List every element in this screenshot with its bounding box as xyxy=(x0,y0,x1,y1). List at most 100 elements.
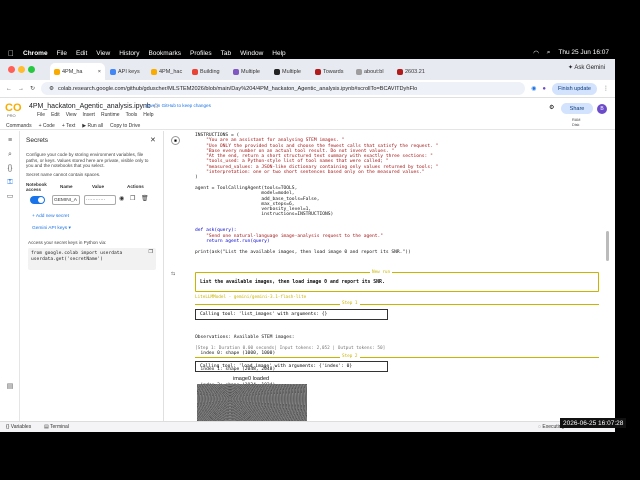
colab-menu-tools[interactable]: Tools xyxy=(126,112,138,118)
copy-to-drive-button[interactable]: Copy to Drive xyxy=(110,123,140,129)
runtime-indicator[interactable]: RAM Disk xyxy=(572,118,580,127)
menu-help[interactable]: Help xyxy=(272,50,285,57)
key-icon[interactable]: ⚿ xyxy=(6,179,14,187)
variables-button[interactable]: {} Variables xyxy=(6,424,31,430)
browser-tab[interactable]: Towards xyxy=(311,63,351,80)
delete-icon[interactable]: 🗑 xyxy=(141,195,149,202)
copy-icon[interactable]: ❐ xyxy=(130,195,135,202)
tab-favicon-icon xyxy=(151,68,157,75)
browser-tab[interactable]: 2603.21 xyxy=(393,63,433,80)
apple-icon[interactable]:  xyxy=(8,49,14,58)
close-tab-icon[interactable]: × xyxy=(98,69,101,75)
gemini-keys-dropdown[interactable]: Gemini API keys ▾ xyxy=(32,226,71,231)
add-code-button[interactable]: + Code xyxy=(39,123,55,129)
variables-label: Variables xyxy=(10,424,32,430)
url-field[interactable]: ⚙ colab.research.google.com/github/gdusc… xyxy=(41,82,526,95)
access-toggle[interactable] xyxy=(30,196,45,204)
more-icon[interactable]: ⋮ xyxy=(603,85,609,92)
tab-strip: 4PM_ha × API keys 4PM_hac Building Multiple Mu… xyxy=(0,59,615,80)
toc-icon[interactable]: ≡ xyxy=(6,137,14,145)
visibility-icon[interactable]: ◉ xyxy=(119,195,124,202)
browser-tab[interactable]: Multiple xyxy=(270,63,310,80)
browser-tab[interactable]: Building xyxy=(188,63,228,80)
tab-favicon-icon xyxy=(356,68,362,75)
menu-profiles[interactable]: Profiles xyxy=(190,50,212,57)
finish-update-button[interactable]: Finish update xyxy=(551,82,597,95)
menu-history[interactable]: History xyxy=(119,50,139,57)
colab-menu-file[interactable]: File xyxy=(37,112,45,118)
find-icon[interactable]: ⌕ xyxy=(6,151,14,159)
code-cell[interactable]: INSTRUCTIONS = ( "You are an assistant f… xyxy=(195,133,610,255)
folder-icon[interactable]: ▭ xyxy=(6,193,14,201)
colab-menu-runtime[interactable]: Runtime xyxy=(101,112,120,118)
wifi-icon[interactable]: ◠ xyxy=(533,49,539,57)
tab-label: Multiple xyxy=(282,68,301,75)
browser-tab[interactable]: about:bl xyxy=(352,63,392,80)
copy-snippet-icon[interactable]: ❐ xyxy=(149,249,153,255)
tab-favicon-icon xyxy=(54,68,60,75)
colab-menu-view[interactable]: View xyxy=(66,112,77,118)
forward-icon[interactable]: → xyxy=(18,86,24,92)
secrets-panel: Secrets ✕ Configure your code by storing… xyxy=(20,131,164,421)
close-panel-icon[interactable]: ✕ xyxy=(150,136,156,144)
colab-toolbar: Commands + Code + Text ▶ Run all Copy to… xyxy=(0,121,615,130)
menu-chrome[interactable]: Chrome xyxy=(23,50,48,57)
menu-bookmarks[interactable]: Bookmarks xyxy=(148,50,181,57)
search-icon[interactable]: ⌕ xyxy=(547,49,551,57)
variables-icon[interactable]: {} xyxy=(6,165,14,173)
profile-icon[interactable]: ● xyxy=(542,86,546,92)
share-button[interactable]: Share xyxy=(561,103,593,114)
scrollbar-thumb[interactable] xyxy=(606,231,609,261)
tab-label: Towards xyxy=(323,68,344,75)
commands-button[interactable]: Commands xyxy=(6,123,32,129)
menu-window[interactable]: Window xyxy=(240,50,263,57)
header-actions: Actions xyxy=(127,184,144,189)
settings-icon[interactable]: ⚙ xyxy=(549,104,554,111)
menu-file[interactable]: File xyxy=(57,50,67,57)
save-github-link[interactable]: Save in GitHub to keep changes xyxy=(145,103,211,108)
colab-menu-edit[interactable]: Edit xyxy=(51,112,60,118)
left-rail: ≡ ⌕ {} ⚿ ▭ ▤ xyxy=(0,131,20,421)
snippet-line-2: userdata.get('secretName') xyxy=(31,257,103,262)
back-icon[interactable]: ← xyxy=(6,86,12,92)
run-all-button[interactable]: ▶ Run all xyxy=(82,123,103,129)
menu-view[interactable]: View xyxy=(96,50,110,57)
pro-badge: PRO xyxy=(7,113,16,118)
reload-icon[interactable]: ↻ xyxy=(30,85,35,92)
tabs: 4PM_ha × API keys 4PM_hac Building Multiple Mu… xyxy=(50,63,433,80)
browser-tab[interactable]: Multiple xyxy=(229,63,269,80)
add-secret-button[interactable]: + Add new secret xyxy=(32,214,69,219)
account-avatar[interactable]: B xyxy=(597,104,607,114)
ram-label: RAM xyxy=(572,118,581,122)
terminal-label: Terminal xyxy=(50,424,69,430)
terminal-icon[interactable]: ▤ xyxy=(6,383,14,391)
ask-gemini-button[interactable]: ✦ Ask Gemini xyxy=(568,64,605,71)
browser-tab[interactable]: API keys xyxy=(106,63,146,80)
colab-menu-insert[interactable]: Insert xyxy=(82,112,95,118)
tab-label: Building xyxy=(200,68,220,75)
menu-edit[interactable]: Edit xyxy=(76,50,87,57)
menubar-clock[interactable]: Thu 25 Jun 16:07 xyxy=(558,49,609,57)
secret-value-field[interactable]: ············ xyxy=(84,195,116,205)
access-instructions: Access your secret keys in Python via: xyxy=(28,240,107,245)
step2-rule xyxy=(195,357,599,358)
notebook-title[interactable]: 4PM_hackaton_Agentic_analysis.ipynb ☆ xyxy=(29,102,159,110)
output-toggle-icon[interactable]: ⇆ xyxy=(171,271,175,277)
close-window-icon[interactable] xyxy=(8,66,15,73)
minimize-window-icon[interactable] xyxy=(18,66,25,73)
extension-icon[interactable]: ◉ xyxy=(531,85,536,92)
secrets-name-note: Secret name cannot contain spaces. xyxy=(26,172,101,177)
site-info-icon[interactable]: ⚙ xyxy=(49,86,54,92)
tool-call-1: Calling tool: 'list_images' with argumen… xyxy=(195,309,388,320)
menu-tab[interactable]: Tab xyxy=(221,50,231,57)
zoom-window-icon[interactable] xyxy=(28,66,35,73)
colab-menu-help[interactable]: Help xyxy=(143,112,153,118)
run-cell-icon[interactable]: ■ xyxy=(171,136,180,145)
secret-name-field[interactable]: GEMINI_A xyxy=(52,195,80,205)
terminal-button[interactable]: ▤ Terminal xyxy=(44,424,69,430)
tab-favicon-icon xyxy=(192,68,198,75)
header-value: Value xyxy=(92,184,105,189)
browser-tab[interactable]: 4PM_ha × xyxy=(50,63,105,80)
add-text-button[interactable]: + Text xyxy=(62,123,75,129)
browser-tab[interactable]: 4PM_hac xyxy=(147,63,187,80)
